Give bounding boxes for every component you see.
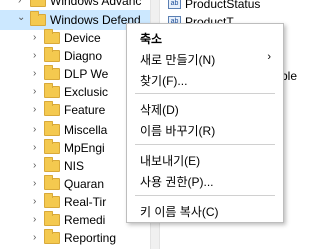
chevron-right-icon[interactable]: › [33,214,36,225]
chevron-right-icon[interactable]: › [33,124,36,135]
folder-icon [44,121,60,136]
folder-icon [44,101,60,116]
tree-item-reporting[interactable]: › Reporting [0,228,150,248]
menu-item-label: 새로 만들기(N) [140,53,216,67]
folder-icon [44,175,60,190]
tree-item-label: Exclusic [64,85,109,99]
folder-icon [44,83,60,98]
folder-icon [30,0,46,7]
tree-item-label: DLP We [64,67,109,81]
tree-item-label: Miscella [64,123,108,137]
menu-item-copy-key-name[interactable]: 키 이름 복사(C) [127,200,283,221]
menu-item-export[interactable]: 내보내기(E) [127,149,283,170]
folder-icon [30,11,46,26]
chevron-right-icon[interactable]: › [18,0,21,6]
folder-icon [44,29,60,44]
tree-item-label: MpEngi [64,141,105,155]
folder-icon [44,47,60,62]
menu-item-label: 사용 권한(P)... [140,175,214,189]
tree-item-label: Quaran [64,177,105,191]
menu-item-rename[interactable]: 이름 바꾸기(R) [127,119,283,140]
chevron-right-icon[interactable]: › [33,68,36,79]
value-name: ProductStatus [185,0,261,11]
tree-item-label: NIS [64,159,85,173]
menu-item-label: 찾기(F)... [140,74,188,88]
chevron-right-icon[interactable]: › [33,50,36,61]
folder-icon [44,157,60,172]
chevron-right-icon[interactable]: › [33,178,36,189]
menu-item-label: 축소 [140,32,163,46]
tree-item-label: Diagno [64,49,103,63]
menu-item-label: 내보내기(E) [140,154,201,168]
menu-item-new[interactable]: 새로 만들기(N) › [127,48,283,69]
menu-item-permissions[interactable]: 사용 권한(P)... [127,170,283,191]
string-value-icon: ab [168,0,181,9]
folder-icon [44,193,60,208]
tree-item-label: Feature [64,103,106,117]
menu-separator [135,93,275,94]
tree-item-label: Device [64,31,101,45]
tree-item-label: Real-Tir [64,195,107,209]
folder-icon [44,139,60,154]
menu-item-label: 키 이름 복사(C) [140,205,219,219]
chevron-right-icon[interactable]: › [33,104,36,115]
folder-icon [44,65,60,80]
chevron-down-icon[interactable]: ⌄ [17,12,25,23]
chevron-right-icon[interactable]: › [33,32,36,43]
chevron-right-icon[interactable]: › [33,142,36,153]
menu-item-find[interactable]: 찾기(F)... [127,69,283,90]
tree-item-label: Windows Advanc [50,0,142,8]
submenu-arrow-icon: › [267,51,271,63]
chevron-right-icon[interactable]: › [33,160,36,171]
menu-item-collapse[interactable]: 축소 [127,27,283,48]
chevron-right-icon[interactable]: › [33,196,36,207]
chevron-right-icon[interactable]: › [33,232,36,243]
menu-item-label: 이름 바꾸기(R) [140,124,216,138]
tree-item-label: Remedi [64,213,106,227]
context-menu: 축소 새로 만들기(N) › 찾기(F)... 삭제(D) 이름 바꾸기(R) … [126,23,284,223]
folder-icon [44,211,60,226]
menu-item-label: 삭제(D) [140,103,179,117]
chevron-right-icon[interactable]: › [33,86,36,97]
menu-separator [135,195,275,196]
menu-separator [135,144,275,145]
folder-icon [44,229,60,244]
tree-item-label: Reporting [64,231,117,245]
menu-item-delete[interactable]: 삭제(D) [127,98,283,119]
